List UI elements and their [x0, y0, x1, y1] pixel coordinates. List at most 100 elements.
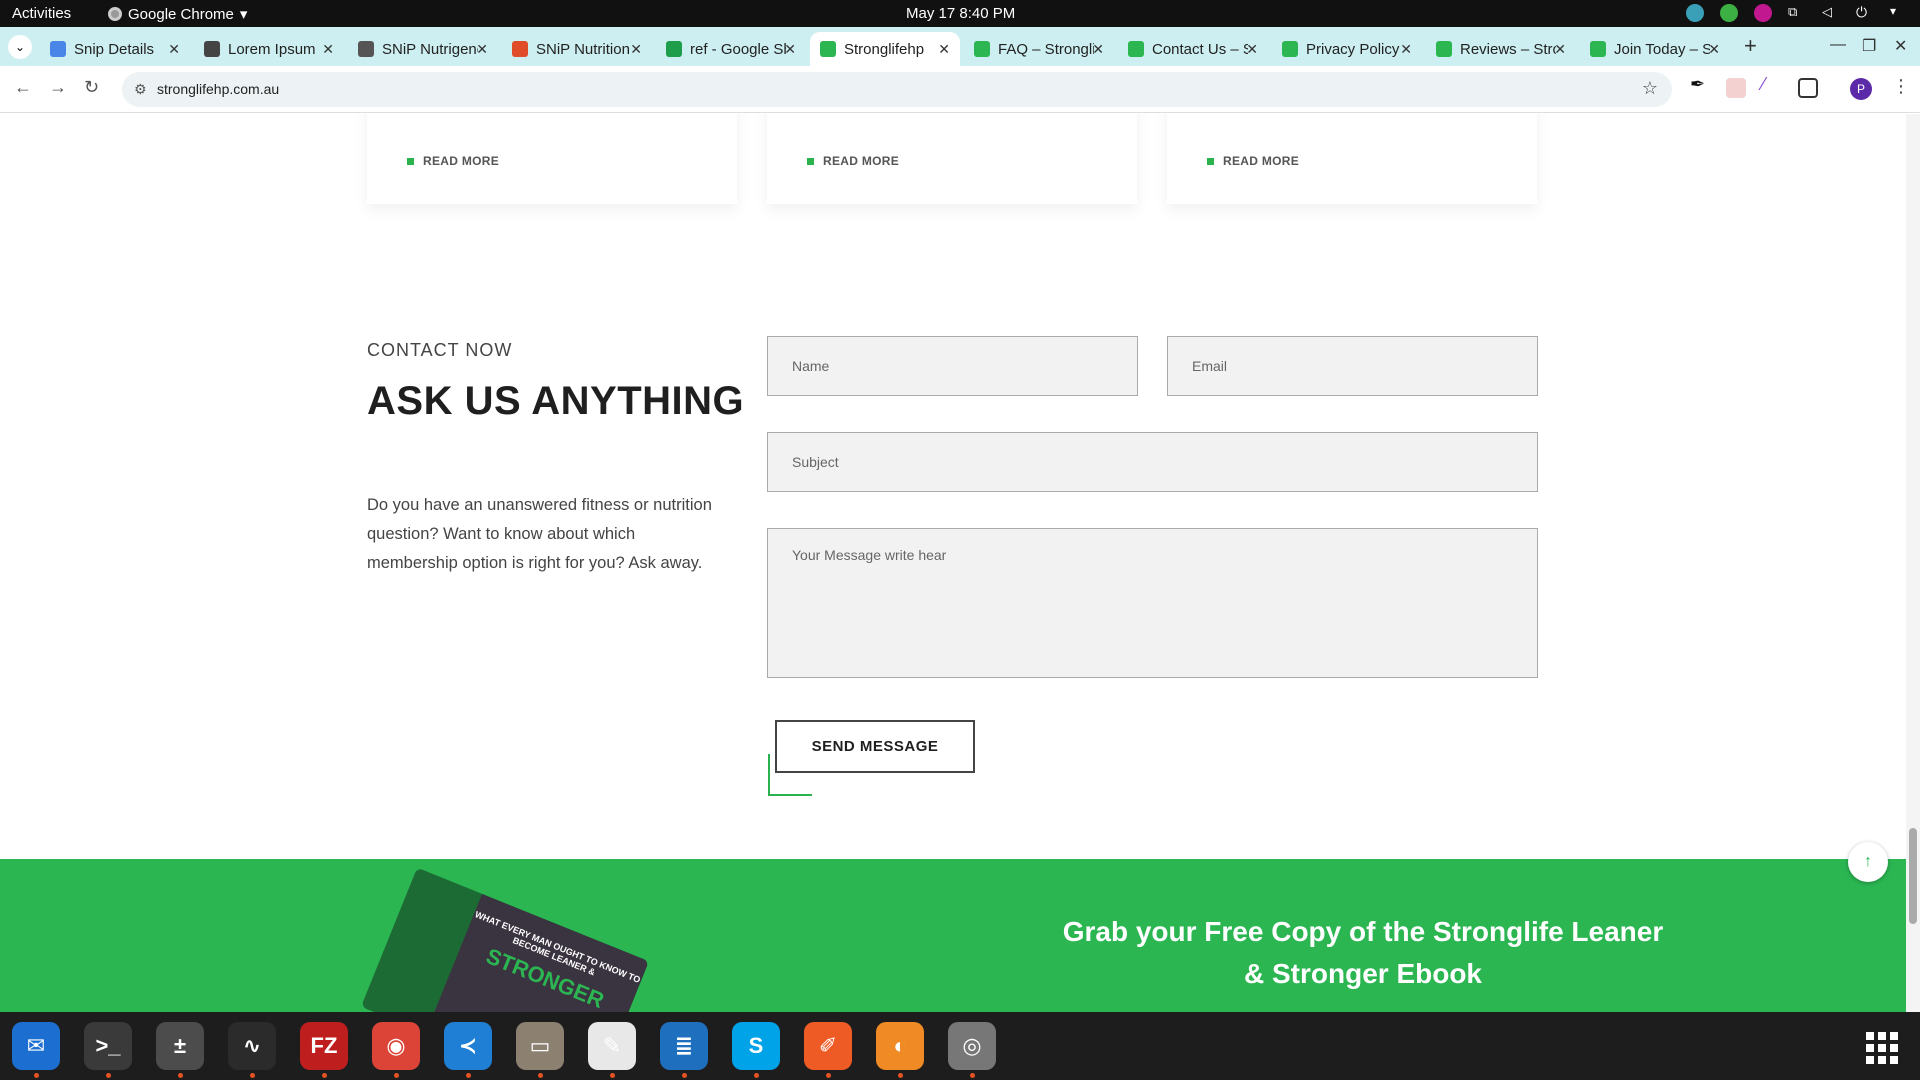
browser-tab[interactable]: Privacy Policy ✕ [1272, 32, 1422, 66]
browser-tab[interactable]: Contact Us – Stronglife✕ [1118, 32, 1268, 66]
close-tab-icon[interactable]: ✕ [1554, 41, 1566, 58]
running-indicator [682, 1073, 687, 1078]
filezilla-icon[interactable]: FZ [300, 1022, 348, 1070]
browser-tab[interactable]: SNiP Nutrigenomics✕ [348, 32, 498, 66]
new-tab-button[interactable]: + [1744, 33, 1757, 59]
section-eyebrow: CONTACT NOW [367, 340, 513, 360]
extensions-puzzle-icon[interactable] [1798, 78, 1818, 98]
browser-tab[interactable]: Snip Details ✕ [40, 32, 190, 66]
network-icon[interactable]: ⧉ [1788, 4, 1806, 22]
address-bar[interactable]: ⚙ stronglifehp.com.au ☆ [122, 72, 1672, 107]
activities-button[interactable]: Activities [12, 5, 71, 22]
files-icon[interactable]: ▭ [516, 1022, 564, 1070]
running-indicator [178, 1073, 183, 1078]
calendar-extension-icon[interactable] [1726, 78, 1746, 98]
site-info-icon[interactable]: ⚙ [134, 81, 147, 98]
running-indicator [250, 1073, 255, 1078]
thunderbird-icon[interactable]: ✉ [12, 1022, 60, 1070]
disk-icon[interactable]: ◎ [948, 1022, 996, 1070]
email-field[interactable]: Email [1167, 336, 1538, 396]
chrome-icon[interactable]: ◉ [372, 1022, 420, 1070]
browser-tab[interactable]: Reviews – Stronglife✕ [1426, 32, 1576, 66]
postman-icon[interactable]: ✐ [804, 1022, 852, 1070]
bullet-square [807, 157, 814, 165]
restore-button[interactable]: ❐ [1862, 36, 1876, 56]
url-text[interactable]: stronglifehp.com.au [157, 81, 279, 97]
tray-check-icon[interactable] [1720, 4, 1738, 22]
tab-title: Contact Us – Stronglife [1152, 40, 1248, 58]
running-indicator [898, 1073, 903, 1078]
vscode-icon[interactable]: ≺ [444, 1022, 492, 1070]
read-more-link[interactable]: READ MORE [407, 154, 499, 168]
browser-tab[interactable]: Join Today – Stronglife✕ [1580, 32, 1730, 66]
bookmark-star-icon[interactable]: ☆ [1642, 78, 1658, 99]
close-tab-icon[interactable]: ✕ [1246, 41, 1258, 58]
tab-title: SNiP Nutrition [536, 40, 630, 58]
section-intro: Do you have an unanswered fitness or nut… [367, 496, 712, 572]
calculator-icon[interactable]: ± [156, 1022, 204, 1070]
system-monitor-icon[interactable]: ∿ [228, 1022, 276, 1070]
running-indicator [610, 1073, 615, 1078]
running-indicator [970, 1073, 975, 1078]
taskbar-dock: ✉ >_ ± ∿ FZ ◉ ≺ ▭ ✎ ≣ S ✐ ◐ ◎ [0, 1012, 1920, 1080]
app-menu[interactable]: Google Chrome ▾ [108, 5, 247, 23]
subject-field[interactable]: Subject [767, 432, 1538, 492]
browser-toolbar: ← → ↻ ⚙ stronglifehp.com.au ☆ ✒ ⁄ P ⋮ [0, 66, 1920, 113]
text-editor-icon[interactable]: ✎ [588, 1022, 636, 1070]
scroll-to-top-button[interactable]: ↑ [1848, 842, 1888, 882]
read-more-link[interactable]: READ MORE [1207, 154, 1299, 168]
read-more-label: READ MORE [1223, 154, 1300, 168]
power-icon[interactable]: ⏻ [1856, 4, 1874, 22]
chevron-down-icon[interactable]: ▾ [1890, 4, 1908, 22]
page-scrollbar[interactable] [1906, 114, 1920, 1012]
read-more-label: READ MORE [823, 154, 900, 168]
tray-app-icon[interactable] [1686, 4, 1704, 22]
scrollbar-thumb[interactable] [1909, 828, 1917, 924]
read-more-link[interactable]: READ MORE [807, 154, 899, 168]
subject-placeholder: Subject [792, 454, 839, 470]
minimize-button[interactable]: — [1830, 36, 1846, 54]
reload-button[interactable]: ↻ [84, 77, 99, 98]
message-textarea[interactable]: Your Message write hear [767, 528, 1538, 678]
running-indicator [754, 1073, 759, 1078]
close-window-button[interactable]: ✕ [1894, 36, 1907, 56]
browser-tab[interactable]: FAQ – Stronglife✕ [964, 32, 1114, 66]
close-tab-icon[interactable]: ✕ [168, 41, 180, 58]
tab-title: Lorem Ipsum [228, 40, 316, 58]
show-applications-icon[interactable] [1866, 1032, 1898, 1064]
libreoffice-writer-icon[interactable]: ≣ [660, 1022, 708, 1070]
forward-button[interactable]: → [49, 77, 67, 98]
tray-color-icon[interactable] [1754, 4, 1772, 22]
close-tab-icon[interactable]: ✕ [322, 41, 334, 58]
close-tab-icon[interactable]: ✕ [630, 41, 642, 58]
browser-tab[interactable]: Lorem Ipsum ✕ [194, 32, 344, 66]
profile-avatar[interactable]: P [1850, 78, 1872, 100]
tab-favicon-icon [358, 41, 374, 57]
eyedropper-extension-icon[interactable]: ✒ [1690, 74, 1710, 94]
blender-like-icon[interactable]: ◐ [876, 1022, 924, 1070]
close-tab-icon[interactable]: ✕ [1708, 41, 1720, 58]
close-tab-icon[interactable]: ✕ [1400, 41, 1412, 58]
pen-extension-icon[interactable]: ⁄ [1762, 74, 1782, 94]
skype-icon[interactable]: S [732, 1022, 780, 1070]
name-field[interactable]: Name [767, 336, 1138, 396]
tab-search-button[interactable]: ⌄ [8, 35, 32, 59]
tab-title: ref - Google Sheets [690, 40, 786, 58]
browser-tab[interactable]: SNiP Nutrition ✕ [502, 32, 652, 66]
close-tab-icon[interactable]: ✕ [938, 41, 950, 58]
tab-favicon-icon [1436, 41, 1452, 57]
close-tab-icon[interactable]: ✕ [476, 41, 488, 58]
running-indicator [394, 1073, 399, 1078]
browser-tab[interactable]: Stronglifehp ✕ [810, 32, 960, 66]
close-tab-icon[interactable]: ✕ [784, 41, 796, 58]
volume-icon[interactable]: ◁ [1822, 4, 1840, 22]
send-message-button[interactable]: SEND MESSAGE [775, 720, 975, 773]
system-tray[interactable]: ⧉ ◁ ⏻ ▾ [1686, 4, 1908, 22]
tab-title: Privacy Policy [1306, 40, 1400, 58]
chrome-menu-icon[interactable]: ⋮ [1892, 76, 1910, 97]
close-tab-icon[interactable]: ✕ [1092, 41, 1104, 58]
browser-tab[interactable]: ref - Google Sheets✕ [656, 32, 806, 66]
back-button[interactable]: ← [14, 77, 32, 98]
clock[interactable]: May 17 8:40 PM [906, 5, 1015, 22]
terminal-icon[interactable]: >_ [84, 1022, 132, 1070]
